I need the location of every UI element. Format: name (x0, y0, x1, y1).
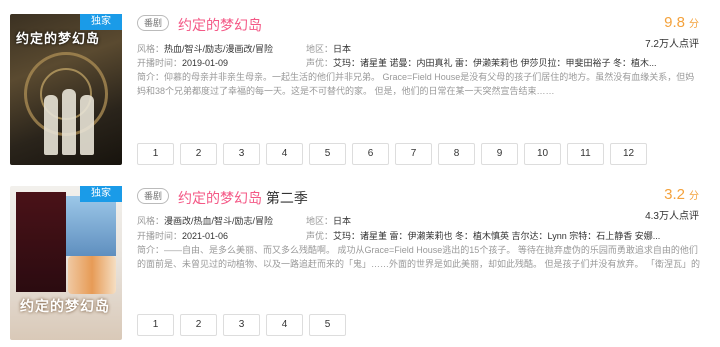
voice-cast-value: 艾玛：诸星堇 诺曼：内田真礼 雷：伊濑茉莉也 伊莎贝拉：甲斐田裕子 冬：植木..… (333, 58, 657, 68)
episode-button[interactable]: 7 (395, 143, 432, 165)
genre-label: 风格： (137, 44, 165, 54)
episode-button[interactable]: 9 (481, 143, 518, 165)
episode-button[interactable]: 3 (223, 314, 260, 336)
score-unit: 分 (689, 19, 699, 30)
episode-button[interactable]: 6 (352, 143, 389, 165)
episode-list: 1 2 3 4 5 6 7 8 9 10 11 12 (137, 143, 647, 165)
poster-art-left (16, 192, 66, 292)
score-unit: 分 (689, 191, 699, 202)
poster-logo-text: 约定的梦幻岛 (20, 299, 110, 315)
review-count: 4.3万人点评 (645, 211, 699, 222)
region-row: 地区：日本 (306, 42, 351, 55)
region-value: 日本 (333, 216, 352, 226)
category-tag: 番剧 (137, 15, 169, 31)
synopsis-label: 简介： (137, 72, 165, 82)
voice-cast-label: 声优： (306, 231, 334, 241)
air-date-label: 开播时间： (137, 58, 183, 68)
region-label: 地区： (306, 216, 334, 226)
air-date-value: 2019-01-09 (182, 58, 229, 68)
genre-value: 漫画改/热血/智斗/励志/冒险 (164, 216, 274, 226)
air-date-value: 2021-01-06 (182, 231, 229, 241)
review-count: 7.2万人点评 (645, 39, 699, 50)
episode-button[interactable]: 1 (137, 314, 174, 336)
poster-figure (80, 95, 94, 155)
score-value: 3.2 (664, 186, 685, 203)
title-suffix[interactable]: 第二季 (262, 190, 308, 206)
region-value: 日本 (333, 44, 352, 54)
episode-button[interactable]: 5 (309, 314, 346, 336)
poster-image[interactable]: 约定的梦幻岛 (10, 186, 122, 340)
synopsis-text: ——自由、是多么美丽、而又多么残酷啊。 成功从Grace=Field House… (137, 245, 700, 269)
genre-value: 热血/智斗/励志/漫画改/冒险 (164, 44, 274, 54)
episode-button[interactable]: 4 (266, 314, 303, 336)
synopsis: 简介：——自由、是多么美丽、而又多么残酷啊。 成功从Grace=Field Ho… (137, 243, 700, 271)
synopsis-label: 简介： (137, 245, 165, 255)
voice-cast-value: 艾玛：诸星堇 雷：伊濑茉莉也 冬：植木慎英 吉尔达：Lynn 宗特：石上静香 安… (333, 231, 661, 241)
exclusive-badge: 独家 (80, 186, 122, 202)
poster-logo-text: 约定的梦幻岛 (16, 32, 101, 47)
air-date-label: 开播时间： (137, 231, 183, 241)
episode-button[interactable]: 1 (137, 143, 174, 165)
title-text[interactable]: 约定的梦幻岛 (178, 190, 262, 206)
air-date-row: 开播时间：2019-01-09 (137, 56, 228, 69)
exclusive-badge: 独家 (80, 14, 122, 30)
title-text[interactable]: 约定的梦幻岛 (178, 17, 262, 33)
poster-figure (44, 95, 58, 155)
episode-button[interactable]: 2 (180, 143, 217, 165)
episode-button[interactable]: 3 (223, 143, 260, 165)
air-date-row: 开播时间：2021-01-06 (137, 229, 228, 242)
voice-cast-label: 声优： (306, 58, 334, 68)
anime-title-link[interactable]: 约定的梦幻岛 第二季 (178, 188, 308, 208)
anime-card: 约定的梦幻岛 独家 番剧 约定的梦幻岛 第二季 3.2 分 4.3万人点评 风格：… (0, 180, 720, 347)
episode-button[interactable]: 10 (524, 143, 561, 165)
episode-button[interactable]: 12 (610, 143, 647, 165)
poster-art-sky (66, 196, 116, 256)
synopsis-text: 仰慕的母亲并非亲生母亲。一起生活的他们并非兄弟。 Grace=Field Hou… (137, 72, 695, 96)
episode-button[interactable]: 11 (567, 143, 604, 165)
synopsis: 简介：仰慕的母亲并非亲生母亲。一起生活的他们并非兄弟。 Grace=Field … (137, 70, 700, 98)
poster-figure (62, 89, 76, 155)
genre-row: 风格：热血/智斗/励志/漫画改/冒险 (137, 42, 273, 55)
poster-image[interactable]: 约定的梦幻岛 (10, 14, 122, 165)
genre-label: 风格： (137, 216, 165, 226)
episode-button[interactable]: 5 (309, 143, 346, 165)
episode-list: 12345 (137, 314, 346, 336)
anime-title-link[interactable]: 约定的梦幻岛 (178, 15, 262, 35)
genre-row: 风格：漫画改/热血/智斗/励志/冒险 (137, 214, 273, 227)
episode-button[interactable]: 8 (438, 143, 475, 165)
score-display: 9.8 分 (664, 14, 699, 32)
score-display: 3.2 分 (664, 186, 699, 204)
score-value: 9.8 (664, 14, 685, 31)
episode-button[interactable]: 2 (180, 314, 217, 336)
category-tag: 番剧 (137, 188, 169, 204)
episode-button[interactable]: 4 (266, 143, 303, 165)
voice-cast-row: 声优：艾玛：诸星堇 雷：伊濑茉莉也 冬：植木慎英 吉尔达：Lynn 宗特：石上静… (306, 229, 706, 242)
region-row: 地区：日本 (306, 214, 351, 227)
region-label: 地区： (306, 44, 334, 54)
voice-cast-row: 声优：艾玛：诸星堇 诺曼：内田真礼 雷：伊濑茉莉也 伊莎贝拉：甲斐田裕子 冬：植… (306, 56, 706, 69)
poster-art-characters (68, 256, 116, 294)
anime-card: 约定的梦幻岛 独家 番剧 约定的梦幻岛 9.8 分 7.2万人点评 风格：热血/智… (0, 0, 720, 175)
